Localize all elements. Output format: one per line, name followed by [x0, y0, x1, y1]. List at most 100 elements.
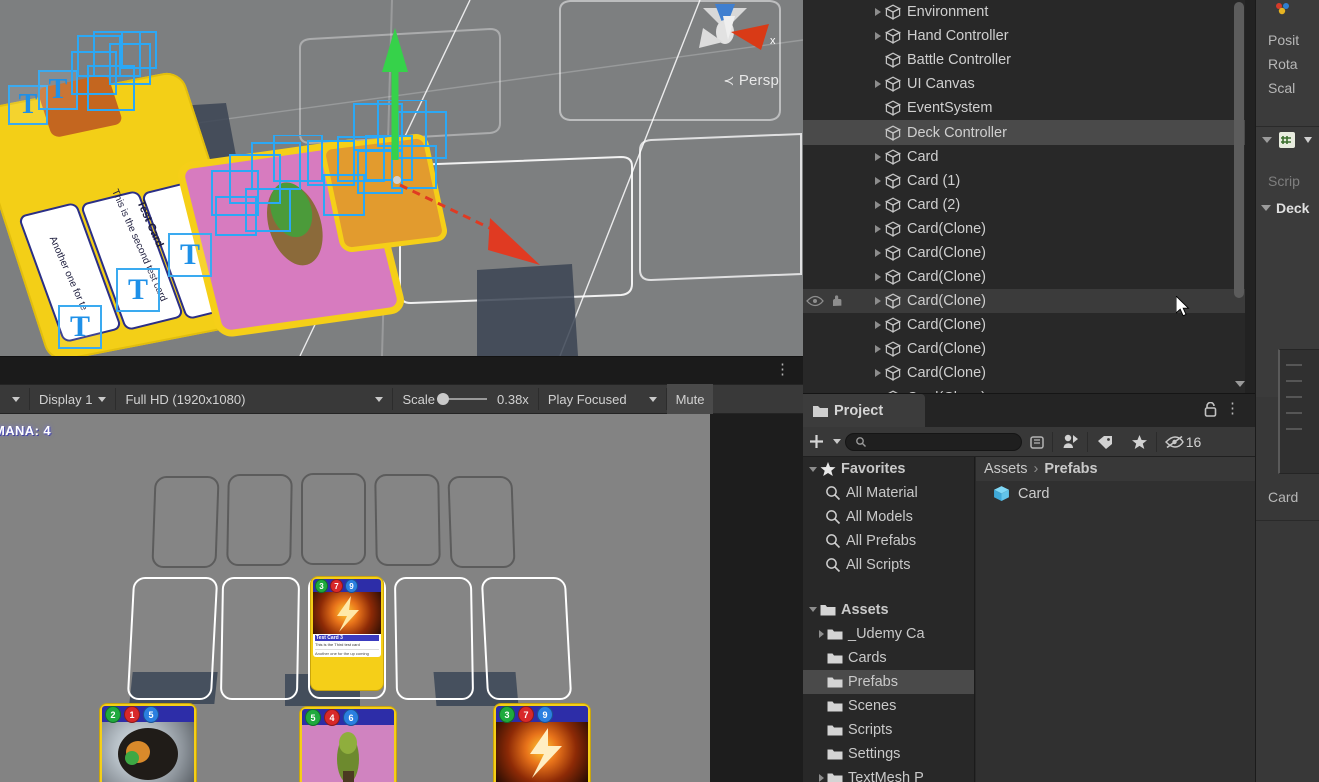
asset-item-card[interactable]: Card — [976, 481, 1255, 502]
favorites-group[interactable]: Favorites — [803, 457, 974, 481]
favorites-items[interactable]: All Material All Models All Prefabs All Scr… — [803, 481, 974, 577]
chevron-right-icon[interactable] — [875, 200, 881, 209]
game-toolbar-leading-dropdown[interactable] — [0, 384, 29, 414]
component-menu-icon[interactable] — [1302, 133, 1314, 147]
hierarchy-item[interactable]: Hand Controller — [803, 24, 1255, 48]
hierarchy-scrollbar[interactable] — [1233, 0, 1245, 393]
hand-card[interactable]: 5 4 6 — [300, 707, 396, 782]
chevron-right-icon[interactable] — [819, 629, 824, 638]
hierarchy-item[interactable]: Card (2) — [803, 193, 1255, 217]
project-panel[interactable]: Project ⋮ 16 Favorites All Material All … — [803, 393, 1255, 782]
enemy-slot[interactable] — [374, 474, 441, 566]
chevron-down-icon[interactable] — [1261, 205, 1271, 211]
hierarchy-item[interactable]: Card(Clone) — [803, 337, 1255, 361]
favorites-item[interactable]: All Scripts — [803, 553, 974, 577]
hierarchy-item[interactable]: Deck Controller — [803, 120, 1255, 145]
project-search[interactable] — [845, 432, 1022, 451]
hierarchy-rows[interactable]: Environment Hand Controller Battle Control… — [803, 0, 1255, 393]
chevron-right-icon[interactable] — [875, 273, 881, 282]
hierarchy-item[interactable]: Card(Clone) — [803, 361, 1255, 385]
project-kebab-icon[interactable]: ⋮ — [1225, 401, 1241, 416]
play-mode-dropdown[interactable]: Play Focused — [539, 384, 666, 414]
hierarchy-item[interactable]: Battle Controller — [803, 48, 1255, 72]
hierarchy-item[interactable]: Card(Clone) — [803, 386, 1255, 393]
favorites-item[interactable]: All Models — [803, 505, 974, 529]
add-asset-dropdown[interactable] — [829, 427, 845, 457]
game-view-toolbar[interactable]: Display 1 Full HD (1920x1080) Scale 0.38… — [0, 384, 803, 414]
favorites-item[interactable]: All Material — [803, 481, 974, 505]
hierarchy-item[interactable]: Card — [803, 145, 1255, 169]
component-header[interactable] — [1256, 127, 1319, 153]
assets-group[interactable]: Assets — [803, 597, 974, 621]
hierarchy-item[interactable]: Card (1) — [803, 169, 1255, 193]
chevron-down-icon[interactable] — [1262, 137, 1272, 143]
enemy-slot[interactable] — [151, 476, 220, 568]
search-input[interactable] — [871, 435, 1011, 448]
board-card[interactable]: 3 7 9 Test Card 3 This is the Third test… — [311, 577, 383, 690]
game-view[interactable]: 3 7 9 Test Card 3 This is the Third test… — [0, 414, 710, 782]
hierarchy-item[interactable]: Card(Clone) — [803, 217, 1255, 241]
assets-tree-item[interactable]: Settings — [803, 742, 974, 766]
deck-list-box[interactable] — [1278, 349, 1319, 474]
search-by-type-button[interactable] — [1022, 427, 1052, 457]
project-content[interactable]: Assets › Prefabs Card — [976, 457, 1255, 782]
transform-component[interactable]: Posit Rota Scal — [1256, 0, 1319, 126]
chevron-right-icon[interactable] — [875, 369, 881, 378]
hierarchy-item[interactable]: EventSystem — [803, 96, 1255, 120]
chevron-right-icon[interactable] — [875, 345, 881, 354]
scale-slider-knob[interactable] — [437, 393, 449, 405]
chevron-right-icon[interactable] — [875, 8, 881, 17]
chevron-down-icon[interactable] — [809, 466, 817, 472]
enemy-slot[interactable] — [226, 474, 293, 566]
lock-icon[interactable] — [1204, 402, 1217, 417]
scale-slider-group[interactable]: Scale 0.38x — [393, 384, 537, 414]
project-tree[interactable]: Favorites All Material All Models All Pref… — [803, 457, 975, 782]
chevron-right-icon[interactable] — [875, 224, 881, 233]
transform-header[interactable] — [1256, 0, 1319, 18]
hierarchy-item[interactable]: Environment — [803, 0, 1255, 24]
favorites-item[interactable]: All Prefabs — [803, 529, 974, 553]
hierarchy-item[interactable]: UI Canvas — [803, 72, 1255, 96]
scale-slider[interactable] — [437, 393, 487, 405]
hierarchy-item[interactable]: Card(Clone) — [803, 241, 1255, 265]
assets-tree-item[interactable]: TextMesh P — [803, 766, 974, 782]
inspector-panel[interactable]: Posit Rota Scal Scrip Deck Card — [1255, 0, 1319, 782]
mute-toggle[interactable]: Mute — [666, 384, 714, 414]
hierarchy-item[interactable]: Card(Clone) — [803, 265, 1255, 289]
transform-move-gizmo[interactable] — [340, 0, 560, 270]
visibility-controls[interactable] — [806, 295, 847, 308]
chevron-right-icon[interactable] — [819, 774, 824, 782]
chevron-right-icon[interactable] — [875, 152, 881, 161]
player-slot[interactable] — [219, 577, 301, 700]
scene-view[interactable]: Test Card This is the second test card A… — [0, 0, 803, 356]
enemy-slot[interactable] — [447, 476, 516, 568]
assets-tree-item[interactable]: Scripts — [803, 718, 974, 742]
hand-card[interactable]: 2 1 5 — [100, 704, 196, 782]
display-dropdown[interactable]: Display 1 — [30, 384, 115, 414]
game-view-kebab-icon[interactable]: ⋮ — [775, 362, 791, 377]
project-toolbar[interactable]: 16 — [803, 427, 1255, 457]
chevron-right-icon[interactable] — [875, 248, 881, 257]
hidden-packages-toggle[interactable]: 16 — [1157, 427, 1209, 457]
player-slot[interactable] — [480, 577, 573, 700]
scene-projection-label[interactable]: ≺ Persp — [723, 72, 779, 89]
assets-tree-item[interactable]: Scenes — [803, 694, 974, 718]
list-row[interactable] — [1286, 428, 1302, 430]
list-row[interactable] — [1286, 396, 1302, 398]
assets-tree-item[interactable]: _Udemy Ca — [803, 622, 974, 646]
chevron-down-icon[interactable] — [809, 607, 817, 613]
list-row[interactable] — [1286, 364, 1302, 366]
deck-controller-component[interactable]: Scrip Deck Card — [1256, 127, 1319, 505]
hand-pick-icon[interactable] — [829, 295, 847, 308]
eye-icon[interactable] — [806, 295, 824, 307]
tab-project[interactable]: Project — [803, 394, 925, 427]
filter-by-type-button[interactable] — [1053, 427, 1087, 457]
add-asset-button[interactable] — [803, 427, 829, 457]
chevron-right-icon[interactable] — [875, 80, 881, 89]
hand-card[interactable]: 3 7 9 — [494, 704, 590, 782]
enemy-slot[interactable] — [301, 473, 366, 565]
deck-foldout[interactable]: Deck — [1256, 200, 1319, 216]
chevron-right-icon[interactable] — [875, 321, 881, 330]
resolution-dropdown[interactable]: Full HD (1920x1080) — [116, 384, 392, 414]
breadcrumb-prefabs[interactable]: Prefabs — [1044, 461, 1097, 477]
